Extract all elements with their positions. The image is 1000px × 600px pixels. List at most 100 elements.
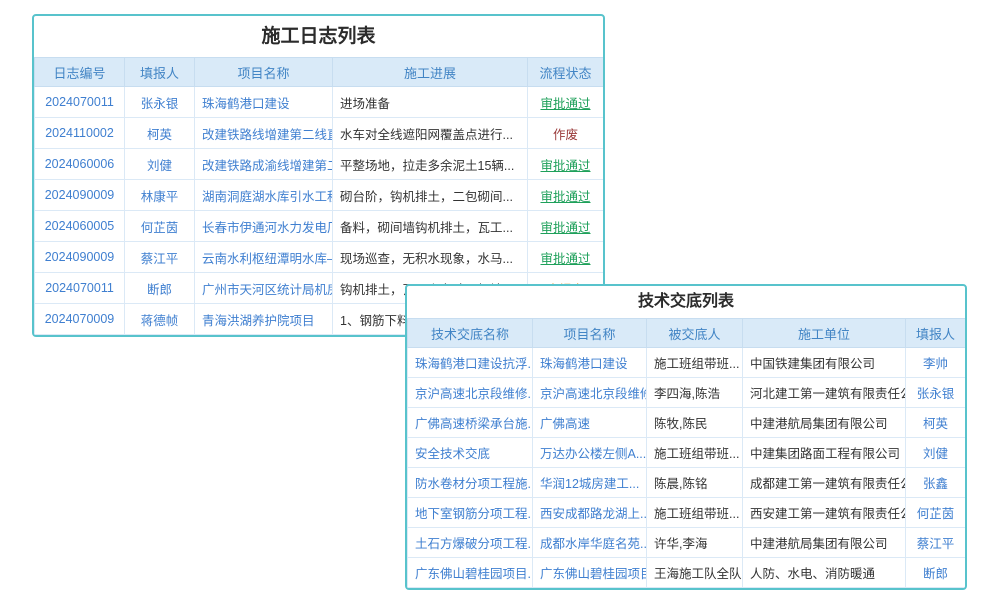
disclosure-reporter-link[interactable]: 何芷茵	[917, 507, 955, 521]
log-progress-text: 水车对全线遮阳网覆盖点进行...	[333, 118, 528, 149]
log-header-status: 流程状态	[528, 58, 604, 87]
disclosure-name-link[interactable]: 广东佛山碧桂园项目...	[415, 567, 533, 581]
log-id-link[interactable]: 2024060006	[45, 157, 115, 171]
table-row: 土石方爆破分项工程... 成都水岸华庭名苑... 许华,李海 中建港航局集团有限…	[408, 528, 966, 558]
log-status-badge: 作废	[553, 124, 578, 143]
disclosure-unit-text: 中建集团路面工程有限公司	[743, 438, 906, 468]
table-row: 防水卷材分项工程施... 华润12城房建工... 陈晨,陈铭 成都建工第一建筑有…	[408, 468, 966, 498]
table-row: 2024070011 张永银 珠海鹤港口建设 进场准备 审批通过	[35, 87, 604, 118]
log-id-link[interactable]: 2024060005	[45, 219, 115, 233]
disclosure-name-link[interactable]: 广佛高速桥梁承台施...	[415, 417, 533, 431]
disclosure-header-name: 技术交底名称	[408, 319, 533, 348]
log-id-link[interactable]: 2024070009	[45, 312, 115, 326]
disclosure-name-link[interactable]: 土石方爆破分项工程...	[415, 537, 533, 551]
log-reporter-link[interactable]: 何芷茵	[141, 221, 179, 235]
log-project-link[interactable]: 改建铁路线增建第二线直...	[202, 128, 333, 142]
log-progress-text: 平整场地，拉走多余泥土15辆...	[333, 149, 528, 180]
table-row: 2024090009 林康平 湖南洞庭湖水库引水工程... 砌台阶，钩机排土，二…	[35, 180, 604, 211]
table-row: 地下室钢筋分项工程... 西安成都路龙湖上... 施工班组带班... 西安建工第…	[408, 498, 966, 528]
disclosure-header-project: 项目名称	[533, 319, 647, 348]
disclosure-unit-text: 人防、水电、消防暖通	[743, 558, 906, 588]
table-row: 京沪高速北京段维修... 京沪高速北京段维修 李四海,陈浩 河北建工第一建筑有限…	[408, 378, 966, 408]
log-project-link[interactable]: 珠海鹤港口建设	[202, 97, 290, 111]
log-id-link[interactable]: 2024070011	[45, 95, 114, 109]
disclosure-header-reporter: 填报人	[906, 319, 966, 348]
disclosure-table: 技术交底名称 项目名称 被交底人 施工单位 填报人 珠海鹤港口建设抗浮... 珠…	[407, 318, 966, 588]
disclosure-project-link[interactable]: 万达办公楼左侧A...	[540, 447, 646, 461]
log-progress-text: 砌台阶，钩机排土，二包砌间...	[333, 180, 528, 211]
table-row: 2024110002 柯英 改建铁路线增建第二线直... 水车对全线遮阳网覆盖点…	[35, 118, 604, 149]
table-row: 广佛高速桥梁承台施... 广佛高速 陈牧,陈民 中建港航局集团有限公司 柯英	[408, 408, 966, 438]
disclosure-unit-text: 中建港航局集团有限公司	[743, 528, 906, 558]
log-id-link[interactable]: 2024110002	[45, 126, 114, 140]
disclosure-receiver-text: 施工班组带班...	[647, 348, 743, 378]
disclosure-receiver-text: 王海施工队全队	[647, 558, 743, 588]
log-project-link[interactable]: 广州市天河区统计局机房...	[202, 283, 333, 297]
disclosure-reporter-link[interactable]: 刘健	[923, 447, 948, 461]
table-row: 2024090009 蔡江平 云南水利枢纽潭明水库—... 现场巡查，无积水现象…	[35, 242, 604, 273]
log-reporter-link[interactable]: 蒋德帧	[141, 314, 179, 328]
disclosure-reporter-link[interactable]: 李帅	[923, 357, 948, 371]
log-project-link[interactable]: 改建铁路成渝线增建第二...	[202, 159, 333, 173]
disclosure-project-link[interactable]: 西安成都路龙湖上...	[540, 507, 647, 521]
log-header-id: 日志编号	[35, 58, 125, 87]
disclosure-project-link[interactable]: 华润12城房建工...	[540, 477, 639, 491]
disclosure-reporter-link[interactable]: 柯英	[923, 417, 948, 431]
log-project-link[interactable]: 云南水利枢纽潭明水库—...	[202, 252, 333, 266]
log-status-badge: 审批通过	[540, 93, 590, 112]
disclosure-unit-text: 中国铁建集团有限公司	[743, 348, 906, 378]
disclosure-name-link[interactable]: 珠海鹤港口建设抗浮...	[415, 357, 533, 371]
log-header-row: 日志编号 填报人 项目名称 施工进展 流程状态	[35, 58, 604, 87]
log-reporter-link[interactable]: 柯英	[147, 128, 172, 142]
disclosure-receiver-text: 李四海,陈浩	[647, 378, 743, 408]
log-project-link[interactable]: 青海洪湖养护院项目	[202, 314, 315, 328]
disclosure-receiver-text: 陈牧,陈民	[647, 408, 743, 438]
disclosure-project-link[interactable]: 成都水岸华庭名苑...	[540, 537, 647, 551]
disclosure-project-link[interactable]: 广佛高速	[540, 417, 590, 431]
log-progress-text: 进场准备	[333, 87, 528, 118]
log-id-link[interactable]: 2024090009	[45, 188, 115, 202]
log-header-project: 项目名称	[195, 58, 333, 87]
disclosure-reporter-link[interactable]: 断郎	[923, 567, 948, 581]
disclosure-name-link[interactable]: 地下室钢筋分项工程...	[415, 507, 533, 521]
technical-disclosure-panel: 技术交底列表 技术交底名称 项目名称 被交底人 施工单位 填报人 珠海鹤港口建设…	[405, 284, 967, 590]
log-progress-text: 现场巡查，无积水现象，水马...	[333, 242, 528, 273]
disclosure-project-link[interactable]: 广东佛山碧桂园项目	[540, 567, 647, 581]
log-status-badge: 审批通过	[540, 248, 590, 267]
log-status-badge: 审批通过	[540, 155, 590, 174]
table-row: 珠海鹤港口建设抗浮... 珠海鹤港口建设 施工班组带班... 中国铁建集团有限公…	[408, 348, 966, 378]
table-row: 2024060006 刘健 改建铁路成渝线增建第二... 平整场地，拉走多余泥土…	[35, 149, 604, 180]
log-progress-text: 备料，砌间墙钩机排土，瓦工...	[333, 211, 528, 242]
table-row: 广东佛山碧桂园项目... 广东佛山碧桂园项目 王海施工队全队 人防、水电、消防暖…	[408, 558, 966, 588]
disclosure-name-link[interactable]: 安全技术交底	[415, 447, 490, 461]
disclosure-project-link[interactable]: 京沪高速北京段维修	[540, 387, 647, 401]
log-reporter-link[interactable]: 蔡江平	[141, 252, 179, 266]
log-project-link[interactable]: 湖南洞庭湖水库引水工程...	[202, 190, 333, 204]
log-status-badge: 审批通过	[540, 186, 590, 205]
disclosure-receiver-text: 施工班组带班...	[647, 438, 743, 468]
log-panel-title: 施工日志列表	[34, 16, 603, 57]
disclosure-unit-text: 河北建工第一建筑有限责任公司	[743, 378, 906, 408]
disclosure-reporter-link[interactable]: 张永银	[917, 387, 955, 401]
log-reporter-link[interactable]: 断郎	[147, 283, 172, 297]
log-reporter-link[interactable]: 张永银	[141, 97, 179, 111]
disclosure-header-unit: 施工单位	[743, 319, 906, 348]
table-row: 安全技术交底 万达办公楼左侧A... 施工班组带班... 中建集团路面工程有限公…	[408, 438, 966, 468]
disclosure-panel-title: 技术交底列表	[407, 286, 965, 318]
log-reporter-link[interactable]: 林康平	[141, 190, 179, 204]
disclosure-header-receiver: 被交底人	[647, 319, 743, 348]
disclosure-receiver-text: 许华,李海	[647, 528, 743, 558]
disclosure-reporter-link[interactable]: 张鑫	[923, 477, 948, 491]
log-project-link[interactable]: 长春市伊通河水力发电厂...	[202, 221, 333, 235]
log-id-link[interactable]: 2024070011	[45, 281, 114, 295]
disclosure-unit-text: 中建港航局集团有限公司	[743, 408, 906, 438]
disclosure-name-link[interactable]: 防水卷材分项工程施...	[415, 477, 533, 491]
disclosure-project-link[interactable]: 珠海鹤港口建设	[540, 357, 628, 371]
disclosure-name-link[interactable]: 京沪高速北京段维修...	[415, 387, 533, 401]
disclosure-unit-text: 西安建工第一建筑有限责任公司	[743, 498, 906, 528]
disclosure-header-row: 技术交底名称 项目名称 被交底人 施工单位 填报人	[408, 319, 966, 348]
disclosure-reporter-link[interactable]: 蔡江平	[917, 537, 955, 551]
log-id-link[interactable]: 2024090009	[45, 250, 115, 264]
log-header-reporter: 填报人	[125, 58, 195, 87]
log-reporter-link[interactable]: 刘健	[147, 159, 172, 173]
